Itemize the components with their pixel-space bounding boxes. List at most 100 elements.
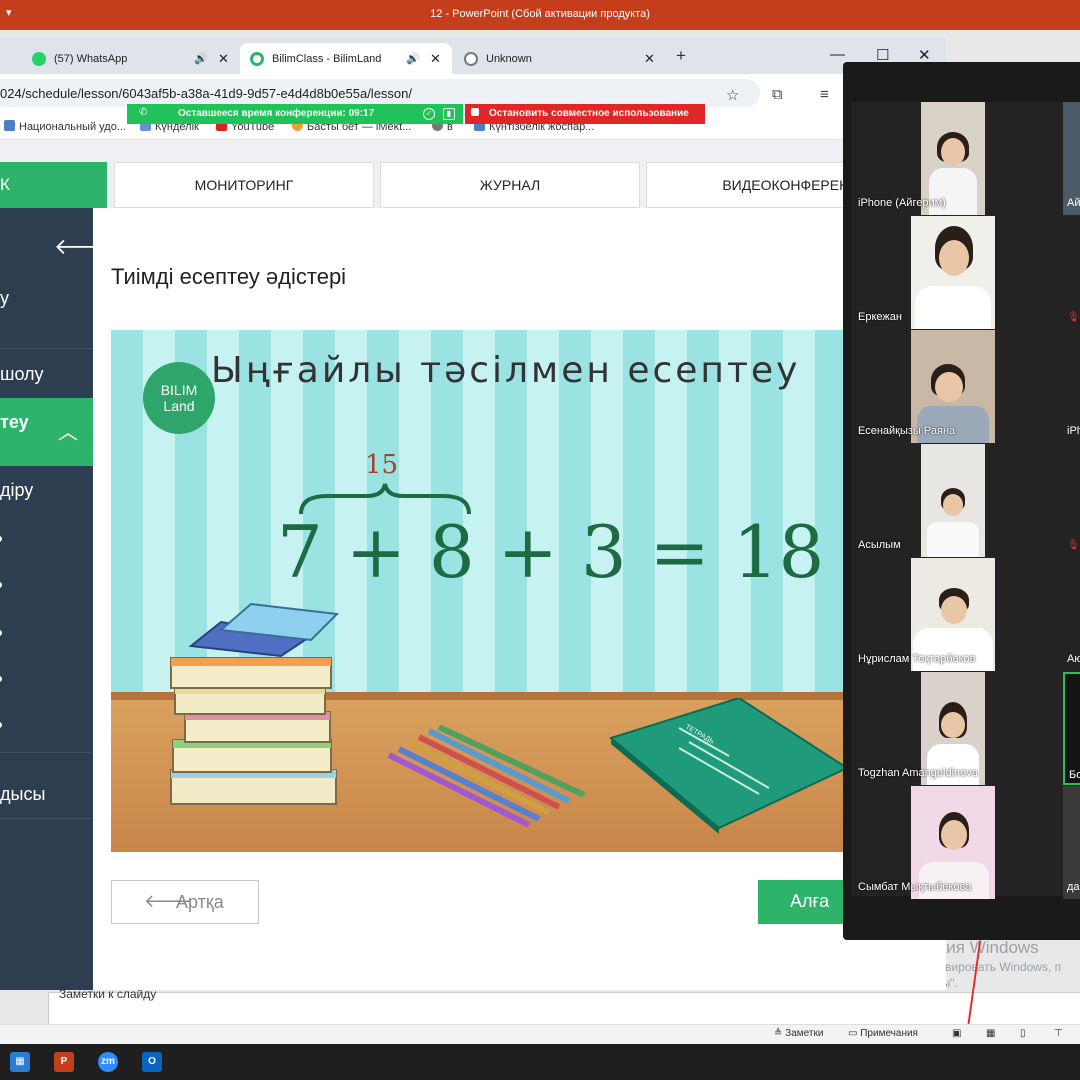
- bullet-icon: [0, 582, 2, 588]
- participant-tile[interactable]: Нұрислам Тоқтарбеков: [851, 558, 1061, 671]
- lesson-content: Тиімді есептеу әдістері BILIM Land Ыңғай…: [93, 208, 946, 990]
- notes-status-button[interactable]: ≜ Заметки: [774, 1028, 823, 1039]
- participant-tile[interactable]: Еркежан: [851, 216, 1061, 329]
- sidebar-item-calculation: теу: [0, 412, 29, 432]
- media-control-icon[interactable]: ≡: [820, 86, 829, 103]
- stop-sharing-button[interactable]: Остановить совместное использование: [465, 104, 705, 124]
- sidebar-item-overview[interactable]: шолу: [0, 364, 44, 385]
- participant-tile[interactable]: Togzhan Amangeldinova: [851, 672, 1061, 785]
- pencils-illustration: [387, 725, 586, 828]
- participant-tile[interactable]: Аю: [1063, 558, 1080, 671]
- participant-tile[interactable]: iPho: [1063, 330, 1080, 443]
- participants-grid: iPhone (Айгерим) Айм Еркежан 🎙А Есенайқы…: [851, 102, 1080, 899]
- slide-notes-pane[interactable]: Заметки к слайду: [48, 987, 1080, 1024]
- pause-icon[interactable]: ▮: [443, 108, 455, 120]
- sidebar-divider: [0, 348, 93, 349]
- tab-label: (57) WhatsApp: [54, 53, 128, 65]
- slideshow-icon[interactable]: ⊤: [1054, 1028, 1063, 1039]
- reading-view-icon[interactable]: ▯: [1020, 1028, 1026, 1039]
- globe-icon: [464, 52, 478, 66]
- stop-sharing-label: Остановить совместное использование: [489, 108, 689, 119]
- tab-whatsapp[interactable]: (57) WhatsApp 🔊 ✕: [22, 43, 240, 74]
- powerpoint-title-bar: ▾ 12 - PowerPoint (Сбой активации продук…: [0, 0, 1080, 30]
- back-button[interactable]: 🡐 Артқа: [111, 880, 259, 924]
- tab-label: Unknown: [486, 53, 532, 65]
- participant-tile[interactable]: Айм: [1063, 102, 1080, 215]
- tab-strip: (57) WhatsApp 🔊 ✕ BilimClass - BilimLand…: [0, 38, 946, 74]
- windows-taskbar: ▦ P zm O: [0, 1044, 1080, 1080]
- bookmark-star-icon[interactable]: ☆: [726, 86, 739, 104]
- nav-active-tab[interactable]: К: [0, 162, 107, 208]
- normal-view-icon[interactable]: ▣: [952, 1028, 961, 1039]
- new-tab-button[interactable]: +: [676, 46, 686, 66]
- conference-time-banner: ✆ Оставшееся время конференции: 09:17 ✓ …: [127, 104, 463, 124]
- brace-sum-value: 15: [365, 450, 399, 480]
- bilimclass-page: К МОНИТОРИНГ ЖУРНАЛ ВИДЕОКОНФЕРЕНЦИ 🡐 у …: [0, 140, 946, 990]
- tab-journal[interactable]: ЖУРНАЛ: [380, 162, 640, 208]
- participant-name: Нұрислам Тоқтарбеков: [858, 653, 976, 665]
- participant-tile[interactable]: iPhone (Айгерим): [851, 102, 1061, 215]
- participant-name: Асылым: [858, 539, 901, 551]
- sidebar-divider: [0, 818, 93, 819]
- participant-name: Сымбат Мықтыбекова: [858, 881, 972, 893]
- close-tab-icon[interactable]: ✕: [218, 51, 229, 67]
- tab-label: BilimClass - BilimLand: [272, 53, 382, 65]
- next-button[interactable]: Алға: [758, 880, 848, 924]
- back-button-label: Артқа: [176, 892, 224, 912]
- bilimland-logo: BILIM Land: [143, 362, 215, 434]
- close-tab-icon[interactable]: ✕: [644, 51, 655, 67]
- participant-tile[interactable]: 🎙А: [1063, 216, 1080, 329]
- bookmark-item[interactable]: Национальный удо...: [4, 120, 126, 133]
- sidebar-item-summary[interactable]: дысы: [0, 784, 45, 805]
- stop-icon: [471, 108, 479, 116]
- sidebar-item-course[interactable]: у: [0, 288, 9, 309]
- participant-tile[interactable]: 🎙С: [1063, 444, 1080, 557]
- powerpoint-taskbar-icon[interactable]: P: [54, 1052, 74, 1072]
- muted-mic-icon: 🎙: [1067, 312, 1080, 323]
- participant-tile-speaking[interactable]: Бол: [1063, 672, 1080, 785]
- address-bar[interactable]: 024/schedule/lesson/6043af5b-a38a-41d9-9…: [0, 79, 760, 107]
- speaker-icon[interactable]: 🔊: [406, 52, 420, 65]
- participant-tile[interactable]: Сымбат Мықтыбекова: [851, 786, 1061, 899]
- whatsapp-icon: [32, 52, 46, 66]
- bullet-icon: [0, 630, 2, 636]
- outlook-taskbar-icon[interactable]: O: [142, 1052, 162, 1072]
- browser-window: (57) WhatsApp 🔊 ✕ BilimClass - BilimLand…: [0, 38, 946, 990]
- notebook-illustration: ТЕТРАДЬ: [609, 698, 846, 834]
- slide-sorter-icon[interactable]: ▦: [986, 1028, 995, 1039]
- tab-unknown[interactable]: Unknown ✕: [454, 43, 666, 74]
- minimize-button[interactable]: —: [830, 46, 845, 63]
- tab-bilimclass[interactable]: BilimClass - BilimLand 🔊 ✕: [240, 43, 452, 74]
- url-text: 024/schedule/lesson/6043af5b-a38a-41d9-9…: [0, 86, 413, 101]
- participant-tile[interactable]: Асылым: [851, 444, 1061, 557]
- control-panel-icon[interactable]: ▦: [10, 1052, 30, 1072]
- bullet-icon: [0, 722, 2, 728]
- participant-name: Togzhan Amangeldinova: [858, 767, 978, 779]
- powerpoint-window-title: 12 - PowerPoint (Сбой активации продукта…: [430, 8, 650, 20]
- participant-tile[interactable]: дар: [1063, 786, 1080, 899]
- muted-mic-icon: 🎙: [1067, 540, 1080, 551]
- participant-tile[interactable]: Есенайқызы Раяна: [851, 330, 1061, 443]
- phone-icon: ✆: [139, 107, 148, 118]
- sidebar-divider: [0, 752, 93, 753]
- close-tab-icon[interactable]: ✕: [430, 51, 441, 67]
- bilimland-icon: [250, 52, 264, 66]
- bullet-icon: [0, 536, 2, 542]
- lesson-title: Тиімді есептеу әдістері: [111, 264, 347, 289]
- conference-time-label: Оставшееся время конференции: 09:17: [178, 108, 375, 119]
- extensions-icon[interactable]: ⧉: [772, 86, 783, 103]
- participant-name: Еркежан: [858, 311, 902, 323]
- powerpoint-status-bar: ≜ Заметки ▭ Примечания ▣ ▦ ▯ ⊤: [0, 1024, 1080, 1044]
- sidebar-item-practice[interactable]: діру: [0, 480, 33, 501]
- bullet-icon: [0, 676, 2, 682]
- next-button-label: Алға: [790, 891, 830, 911]
- comments-status-button[interactable]: ▭ Примечания: [848, 1028, 918, 1039]
- zoom-taskbar-icon[interactable]: zm: [98, 1052, 118, 1072]
- participant-name: Есенайқызы Раяна: [858, 425, 956, 437]
- tab-monitoring[interactable]: МОНИТОРИНГ: [114, 162, 374, 208]
- chevron-up-icon[interactable]: ︿: [58, 416, 78, 445]
- slide-heading: Ыңғайлы тәсілмен есептеу: [211, 350, 801, 391]
- sidebar-item-active[interactable]: теу ︿: [0, 398, 93, 466]
- speaker-icon[interactable]: 🔊: [194, 52, 208, 65]
- participant-name: iPhone (Айгерим): [858, 197, 946, 209]
